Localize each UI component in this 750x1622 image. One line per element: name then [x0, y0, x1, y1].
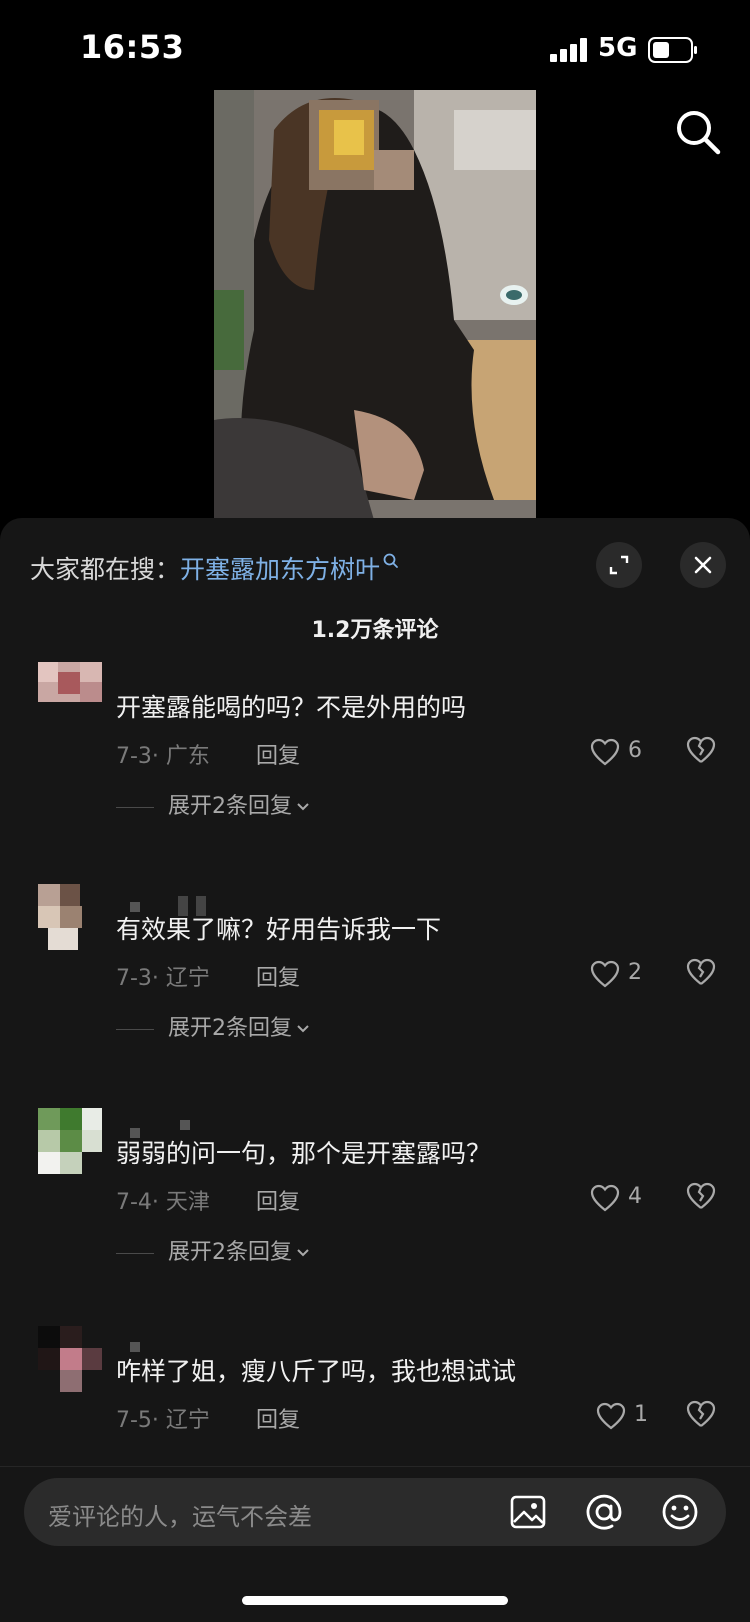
expand-replies-label: 展开2条回复: [168, 1240, 292, 1265]
chevron-down-icon: [297, 1249, 309, 1257]
comment-meta: 7-5· 辽宁: [116, 1408, 210, 1433]
comments-sheet: 大家都在搜：开塞露加东方树叶 1.2万条评论 开塞露能喝的吗？不是外用的吗 7-…: [0, 518, 750, 1622]
close-button[interactable]: [680, 542, 726, 588]
comment-meta: 7-4· 天津: [116, 1190, 210, 1215]
input-divider: [0, 1466, 750, 1467]
divider-line: [116, 806, 154, 808]
signal-icon: [550, 38, 587, 62]
broken-heart-icon[interactable]: [686, 958, 716, 986]
search-icon[interactable]: [670, 104, 726, 160]
status-time: 16:53: [80, 28, 185, 66]
comment-item: 有效果了嘛？好用告诉我一下 7-3· 辽宁 回复 2 展开2条回复: [0, 884, 750, 1084]
avatar[interactable]: [38, 662, 102, 728]
expand-replies-button[interactable]: 展开2条回复: [116, 1010, 310, 1042]
expand-replies-label: 展开2条回复: [168, 794, 292, 819]
heart-icon: [590, 960, 620, 988]
battery-icon: [648, 37, 697, 63]
video-frame: [214, 90, 536, 520]
search-suggestion[interactable]: 大家都在搜：开塞露加东方树叶: [30, 550, 400, 586]
expand-icon: [609, 555, 629, 575]
reply-button[interactable]: 回复: [256, 1402, 300, 1434]
reply-button[interactable]: 回复: [256, 960, 300, 992]
comment-text: 咋样了姐，瘦八斤了吗，我也想试试: [116, 1357, 517, 1386]
like-count: 6: [628, 738, 642, 763]
image-icon[interactable]: [508, 1492, 548, 1532]
broken-heart-icon[interactable]: [686, 736, 716, 764]
close-icon: [694, 556, 712, 574]
chevron-down-icon: [297, 1025, 309, 1033]
comment-item: 开塞露能喝的吗？不是外用的吗 7-3· 广东 回复 6 展开2条回复: [0, 662, 750, 862]
avatar[interactable]: [38, 1326, 102, 1392]
avatar[interactable]: [38, 884, 102, 950]
comment-text: 开塞露能喝的吗？不是外用的吗: [116, 693, 467, 722]
home-indicator[interactable]: [242, 1596, 508, 1605]
like-button[interactable]: 1: [596, 1400, 666, 1434]
search-keyword[interactable]: 开塞露加东方树叶: [180, 555, 380, 584]
reply-button[interactable]: 回复: [256, 738, 300, 770]
search-prefix: 大家都在搜：: [30, 555, 181, 584]
comment-text: 有效果了嘛？好用告诉我一下: [116, 915, 442, 944]
expand-replies-button[interactable]: 展开2条回复: [116, 788, 310, 820]
broken-heart-icon[interactable]: [686, 1400, 716, 1428]
network-label: 5G: [598, 33, 638, 63]
expand-replies-button[interactable]: 展开2条回复: [116, 1234, 310, 1266]
divider-line: [116, 1028, 154, 1030]
like-button[interactable]: 2: [590, 958, 660, 992]
video-player[interactable]: [214, 90, 536, 520]
divider-line: [116, 1252, 154, 1254]
expand-replies-label: 展开2条回复: [168, 1016, 292, 1041]
heart-icon: [590, 738, 620, 766]
comment-item: 弱弱的问一句，那个是开塞露吗？ 7-4· 天津 回复 4 展开2条回复: [0, 1108, 750, 1308]
expand-button[interactable]: [596, 542, 642, 588]
comment-meta: 7-3· 辽宁: [116, 966, 210, 991]
comment-text: 弱弱的问一句，那个是开塞露吗？: [116, 1139, 492, 1168]
status-bar: 16:53 5G: [0, 0, 750, 90]
chevron-down-icon: [297, 803, 309, 811]
comment-input[interactable]: 爱评论的人，运气不会差: [24, 1478, 726, 1546]
like-count: 4: [628, 1184, 642, 1209]
heart-icon: [596, 1402, 626, 1430]
comment-input-placeholder: 爱评论的人，运气不会差: [48, 1503, 312, 1531]
like-button[interactable]: 4: [590, 1182, 660, 1216]
emoji-icon[interactable]: [660, 1492, 700, 1532]
heart-icon: [590, 1184, 620, 1212]
like-button[interactable]: 6: [590, 736, 660, 770]
comment-count: 1.2万条评论: [311, 618, 439, 643]
search-mini-icon: [383, 553, 398, 568]
at-icon[interactable]: [584, 1492, 624, 1532]
reply-button[interactable]: 回复: [256, 1184, 300, 1216]
avatar[interactable]: [38, 1108, 102, 1174]
broken-heart-icon[interactable]: [686, 1182, 716, 1210]
comment-meta: 7-3· 广东: [116, 744, 210, 769]
like-count: 1: [634, 1402, 648, 1427]
like-count: 2: [628, 960, 642, 985]
